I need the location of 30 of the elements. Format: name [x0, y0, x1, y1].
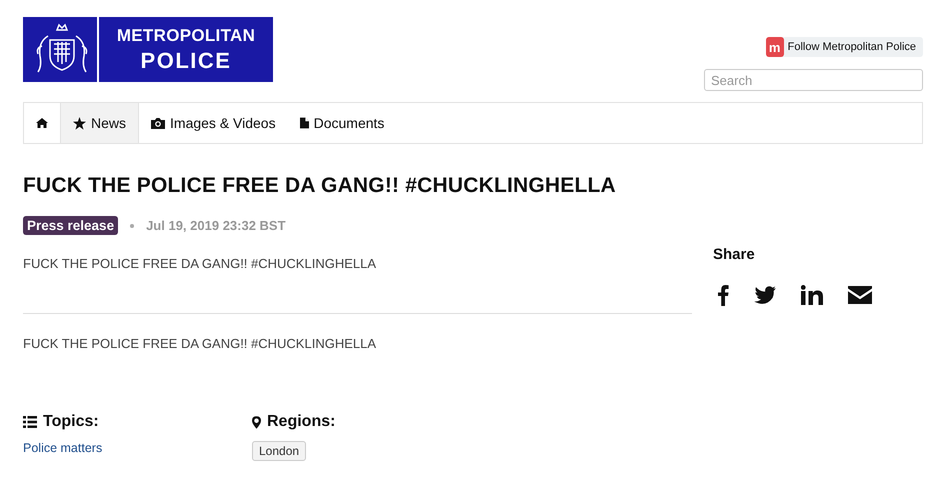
share-heading: Share	[713, 246, 756, 263]
article-date: Jul 19, 2019 23:32 BST	[146, 218, 286, 233]
camera-icon	[151, 117, 166, 129]
map-pin-icon	[252, 416, 261, 428]
file-icon	[300, 117, 309, 129]
list-icon	[23, 416, 37, 428]
topics-heading: Topics:	[43, 413, 99, 431]
regions-heading: Regions:	[267, 413, 336, 431]
topic-link[interactable]: Police matters	[23, 441, 252, 455]
brand-badge: m	[766, 37, 784, 57]
nav-tab[interactable]: Images & Videos	[139, 103, 288, 143]
article-summary: FUCK THE POLICE FREE DA GANG!! #CHUCKLINGHELLA	[23, 256, 378, 271]
logo[interactable]: METROPOLITAN POLICE	[23, 17, 273, 82]
press-release-tag: Press release	[23, 216, 118, 235]
article-title: FUCK THE POLICE FREE DA GANG!! #CHUCKLINGHELLA	[23, 174, 617, 198]
search-field[interactable]: Search	[704, 69, 923, 91]
facebook-icon[interactable]	[717, 284, 729, 306]
nav-tab[interactable]: Documents	[288, 103, 396, 143]
logo-text: METROPOLITAN	[116, 26, 256, 46]
email-icon[interactable]	[848, 286, 872, 304]
article-body: FUCK THE POLICE FREE DA GANG!! #CHUCKLINGHELLA	[23, 336, 378, 351]
logo-text: POLICE	[140, 48, 232, 74]
twitter-icon[interactable]	[754, 286, 776, 304]
linkedin-icon[interactable]	[801, 285, 823, 305]
star-icon	[73, 116, 86, 130]
separator-dot	[130, 224, 134, 228]
region-tag[interactable]: London	[252, 441, 306, 461]
nav-tab[interactable]: News	[60, 103, 140, 143]
follow-button[interactable]: m Follow Metropolitan Police	[766, 37, 923, 57]
home-icon	[36, 118, 48, 128]
